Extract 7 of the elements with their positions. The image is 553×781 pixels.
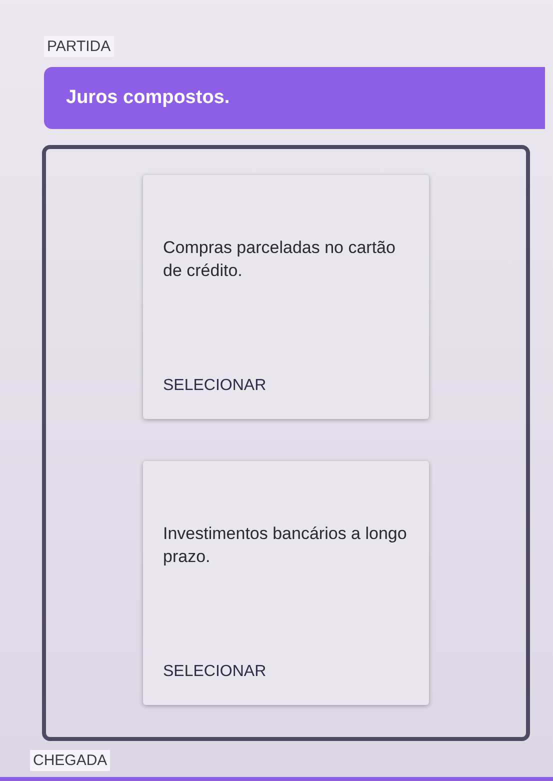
end-label: CHEGADA [30,750,110,771]
option-text: Investimentos bancários a longo prazo. [163,523,408,568]
start-label: PARTIDA [44,36,114,57]
option-text: Compras parceladas no cartão de crédito. [163,237,396,282]
question-banner: Juros compostos. [44,67,545,129]
select-button[interactable]: SELECIONAR [163,663,266,681]
select-button[interactable]: SELECIONAR [163,377,266,395]
